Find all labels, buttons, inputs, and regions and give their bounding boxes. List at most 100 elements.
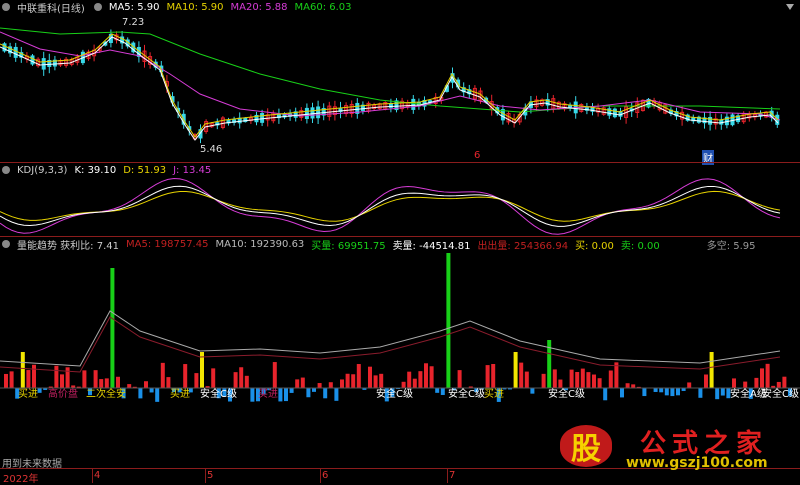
signal-label: 安全C级 [376, 385, 413, 400]
main-chart-header: 中联重科(日线) MA5: 5.90 MA10: 5.90 MA20: 5.88… [0, 0, 800, 14]
volume-bar [290, 388, 294, 393]
signal-label: 高价盘 [48, 385, 78, 400]
vol-ma5-label: MA5: 198757.45 [126, 239, 208, 250]
volume-bar [676, 388, 680, 395]
price-chart[interactable] [0, 14, 800, 162]
signal-label: 安全C级 [200, 385, 237, 400]
volume-bar [631, 384, 635, 388]
volume-bar [21, 352, 25, 388]
volume-bar [654, 388, 658, 392]
volume-bar [155, 388, 159, 402]
volume-bar [368, 367, 372, 388]
volume-bar [586, 372, 590, 388]
volume-bar [642, 388, 646, 396]
volume-bar [659, 388, 663, 392]
volume-bar [430, 366, 434, 388]
volume-bar [530, 388, 534, 394]
sell-volume-label: 卖量: -44514.81 [393, 237, 471, 251]
axis-month-label: 4 [94, 470, 100, 481]
signal-label: 安全C级 [448, 385, 485, 400]
kdj-settings-icon[interactable] [2, 166, 10, 174]
kdj-d-label: D: 51.93 [123, 165, 166, 176]
volume-bar [245, 376, 249, 388]
watermark-url: www.gszj100.com [626, 455, 768, 471]
volume-bar [312, 388, 316, 392]
candle-body [613, 109, 616, 117]
high-price-label: 7.23 [122, 17, 144, 28]
volume-bar [418, 371, 422, 388]
volume-bar [346, 374, 350, 388]
volume-bar [441, 388, 445, 395]
kdj-chart[interactable] [0, 177, 800, 235]
axis-month-label: 6 [322, 470, 328, 481]
volume-bar [603, 388, 607, 400]
low-price-label: 5.46 [200, 144, 222, 155]
volume-bar [626, 383, 630, 388]
candle-body [31, 56, 34, 64]
volume-bar [435, 388, 439, 393]
buy-signal-label: 买: 0.00 [575, 237, 614, 251]
volume-bar [110, 268, 114, 388]
kdj-header: KDJ(9,3,3) K: 39.10 D: 51.93 J: 13.45 [0, 163, 800, 177]
volume-bar [239, 367, 243, 388]
main-settings-icon[interactable] [2, 3, 10, 11]
signal-label: 二次全安 [86, 385, 126, 400]
buy-volume-label: 买量: 69951.75 [311, 237, 385, 251]
ma-settings-icon[interactable] [94, 3, 102, 11]
axis-month-label: 5 [207, 470, 213, 481]
volume-bar [161, 363, 165, 388]
kdj-title: KDJ(9,3,3) [17, 165, 67, 176]
volume-bar [323, 388, 327, 398]
signal-label: 买进 [258, 385, 278, 400]
kdj-k-label: K: 39.10 [74, 165, 116, 176]
volume-bar [318, 383, 322, 388]
watermark-logo: 股 公式之家 www.gszj100.com [560, 425, 785, 470]
volume-bar [278, 388, 282, 401]
ma20-label: MA20: 5.88 [230, 2, 287, 13]
volume-bar [295, 379, 299, 388]
volume-bar [357, 364, 361, 388]
candle-body [720, 120, 723, 124]
volume-bar [592, 375, 596, 388]
volume-bar [424, 363, 428, 388]
volume-bar [620, 388, 624, 397]
volume-bar [670, 388, 674, 396]
candle-body [412, 99, 415, 109]
volume-header: 量能趋势 获利比: 7.41 MA5: 198757.45 MA10: 1923… [0, 237, 800, 251]
volume-bar [301, 378, 305, 388]
volume-bar [194, 373, 198, 388]
volume-settings-icon[interactable] [2, 240, 10, 248]
signal-label: 买进 [18, 385, 38, 400]
main-chart-title: 中联重科(日线) [17, 0, 85, 14]
volume-bar [721, 388, 725, 396]
kdj-j-label: J: 13.45 [173, 165, 211, 176]
volume-bar [250, 388, 254, 402]
volume-bar [687, 382, 691, 388]
out-volume-label: 出出量: 254366.94 [477, 237, 568, 251]
main-collapse-icon[interactable] [786, 4, 794, 10]
signal-label: 买进 [170, 385, 190, 400]
volume-title: 量能趋势 获利比: 7.41 [17, 237, 119, 251]
volume-bar [514, 352, 518, 388]
volume-bar [284, 388, 288, 401]
candle-body [305, 108, 308, 118]
ma5-line [0, 37, 778, 140]
ma10-line [0, 34, 778, 137]
axis-year-label: 2022年 [3, 470, 38, 485]
volume-bar [144, 381, 148, 388]
volume-bar [127, 384, 131, 388]
volume-bar [446, 253, 450, 388]
gu-glyph-icon: 股 [560, 425, 612, 467]
volume-bar [698, 388, 702, 398]
volume-bar [150, 388, 154, 392]
volume-bar [704, 375, 708, 388]
ma60-label: MA60: 6.03 [295, 2, 352, 13]
event-marker-6[interactable]: 6 [474, 150, 480, 161]
volume-bar [598, 378, 602, 388]
volume-bar [542, 374, 546, 388]
long-short-label: 多空: 5.95 [707, 237, 756, 251]
volume-bar [340, 379, 344, 388]
volume-ma10-line [0, 311, 780, 366]
candle-body [261, 114, 264, 123]
candle-body [317, 107, 320, 118]
